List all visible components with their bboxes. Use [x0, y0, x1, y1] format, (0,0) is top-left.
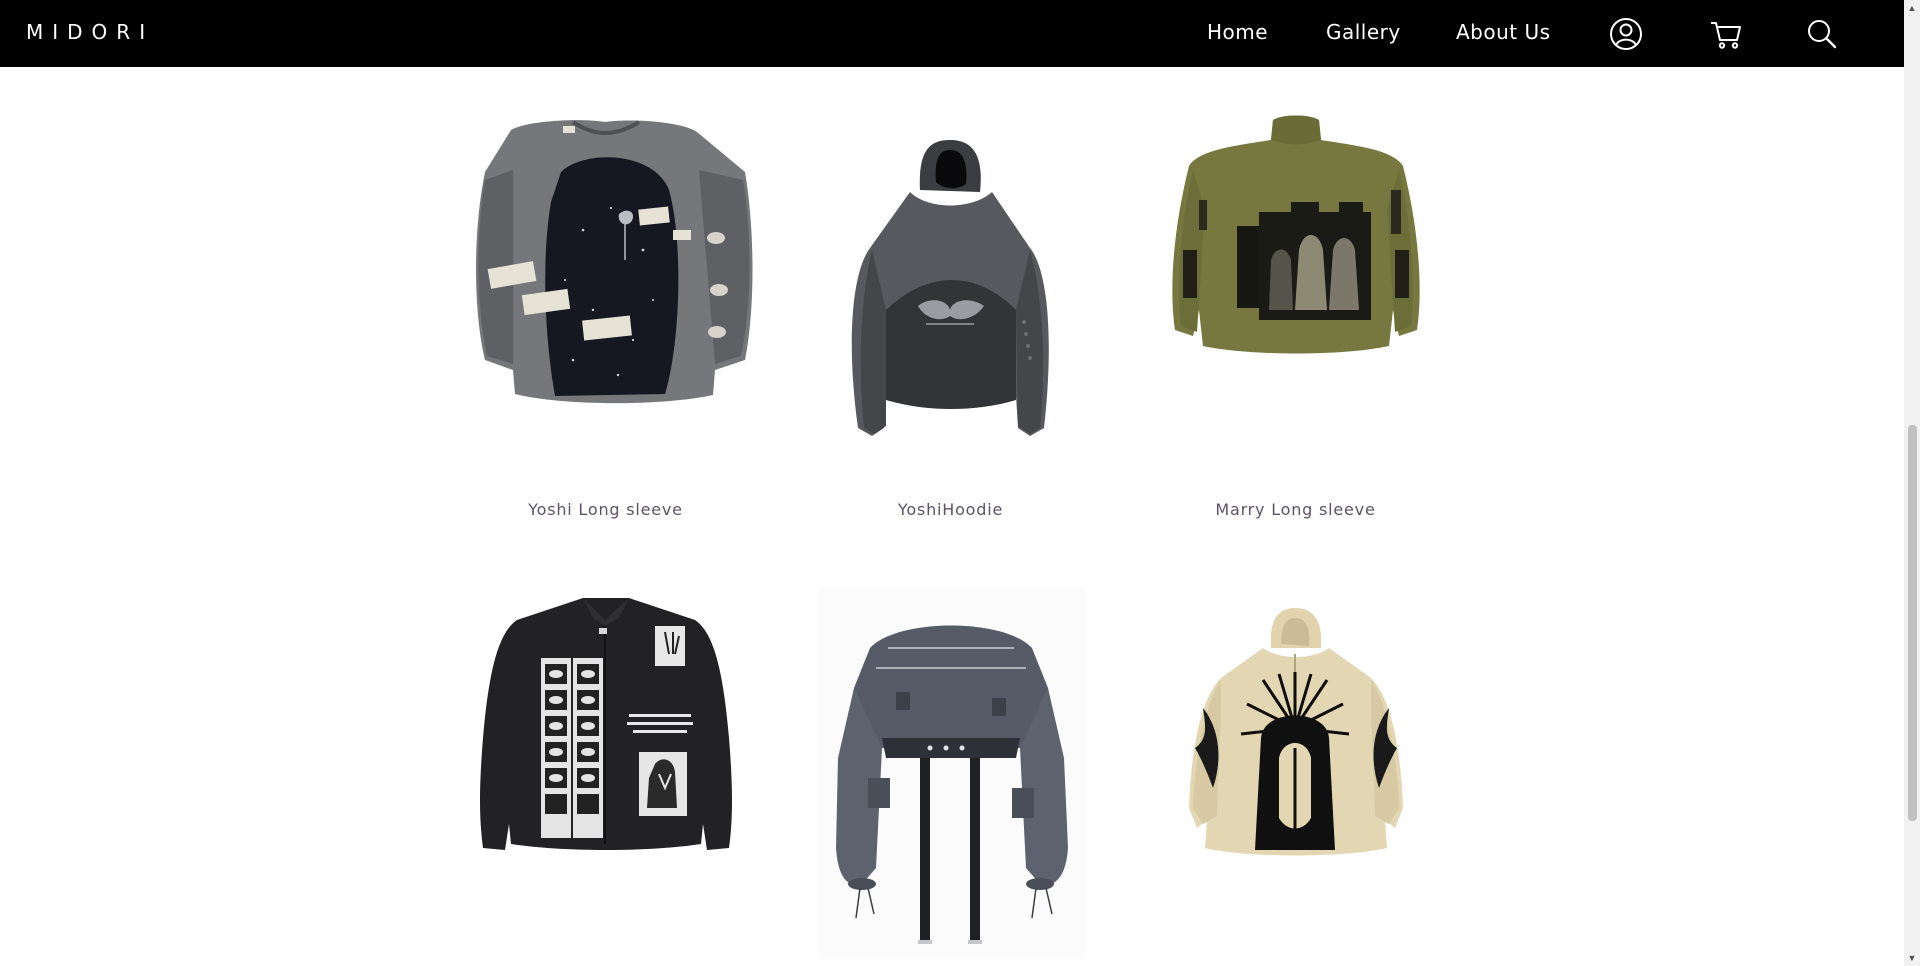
product-image[interactable]: [433, 588, 778, 958]
nav-link-gallery[interactable]: Gallery: [1326, 20, 1401, 44]
product-image[interactable]: [778, 110, 1123, 480]
search-icon[interactable]: [1804, 16, 1840, 52]
product-image[interactable]: [1123, 588, 1468, 958]
cart-icon[interactable]: [1708, 16, 1744, 52]
product-image[interactable]: [433, 110, 778, 480]
product-name[interactable]: YoshiHoodie: [778, 500, 1123, 519]
product-name[interactable]: Marry Long sleeve: [1123, 500, 1468, 519]
product-image[interactable]: [778, 588, 1123, 958]
scroll-down-arrow-icon[interactable]: ▼: [1904, 950, 1920, 966]
nav-link-home[interactable]: Home: [1207, 20, 1268, 44]
vertical-scrollbar[interactable]: ▲ ▼: [1904, 0, 1920, 966]
nav-link-about-us[interactable]: About Us: [1456, 20, 1551, 44]
brand-logo[interactable]: MIDORI: [26, 20, 154, 44]
scroll-up-arrow-icon[interactable]: ▲: [1904, 0, 1920, 16]
product-image[interactable]: [1123, 110, 1468, 480]
top-navbar: MIDORI Home Gallery About Us: [0, 0, 1904, 67]
product-name[interactable]: Yoshi Long sleeve: [433, 500, 778, 519]
scroll-thumb[interactable]: [1908, 425, 1917, 821]
account-icon[interactable]: [1608, 16, 1644, 52]
